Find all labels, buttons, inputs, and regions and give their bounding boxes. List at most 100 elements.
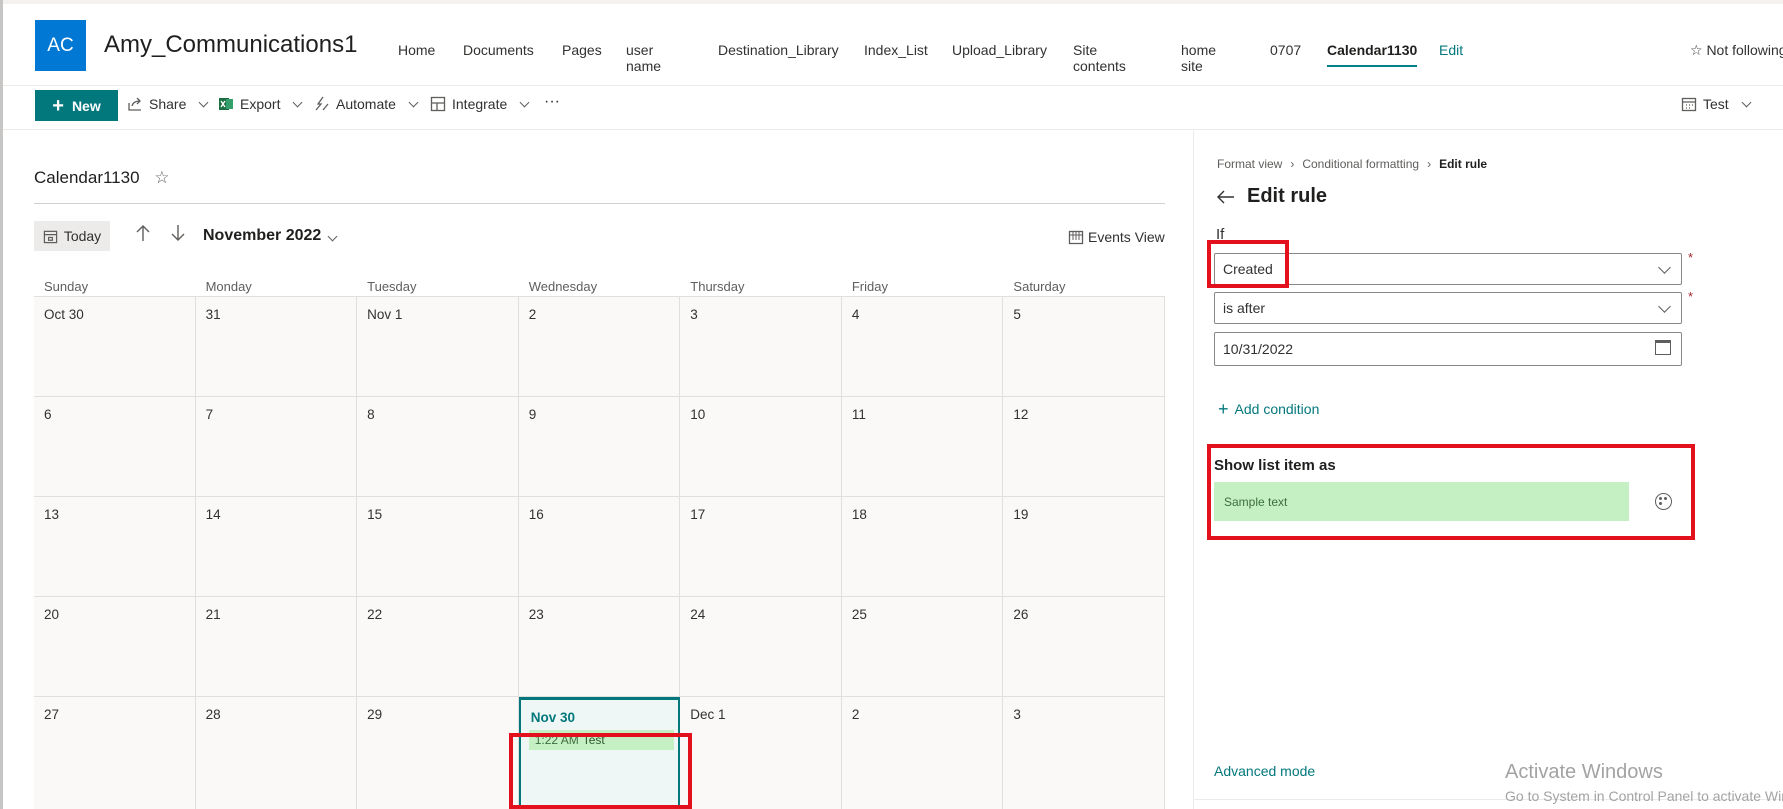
calendar-day-cell[interactable]: 9 (518, 397, 681, 497)
operator-dropdown-value: is after (1223, 300, 1266, 316)
nav-item-documents[interactable]: Documents (463, 42, 534, 65)
day-number: 5 (1013, 307, 1021, 322)
day-number: 14 (205, 507, 221, 522)
edit-rule-panel: Format view › Conditional formatting › E… (1193, 130, 1783, 809)
integrate-label: Integrate (452, 96, 508, 112)
calendar-day-cell[interactable]: 20 (34, 597, 196, 697)
list-title-text: Calendar1130 (34, 168, 140, 187)
calendar-day-cell[interactable]: 3 (680, 297, 842, 397)
nav-item-destination-library[interactable]: Destination_Library (718, 42, 839, 65)
previous-month-button[interactable] (135, 224, 151, 247)
new-button[interactable]: + New (35, 90, 118, 121)
site-title[interactable]: Amy_Communications1 (104, 31, 357, 59)
breadcrumb-conditional-formatting[interactable]: Conditional formatting (1302, 157, 1419, 171)
nav-item-user-name[interactable]: user name (626, 42, 661, 81)
calendar-day-cell[interactable]: 23 (518, 597, 681, 697)
calendar-day-cell[interactable]: 29 (357, 697, 519, 809)
nav-item-0707[interactable]: 0707 (1270, 42, 1301, 65)
calendar-day-cell[interactable]: 24 (680, 597, 842, 697)
breadcrumb-format-view[interactable]: Format view (1217, 157, 1282, 171)
nav-item-index-list[interactable]: Index_List (864, 42, 928, 65)
back-arrow-icon[interactable] (1217, 190, 1235, 204)
panel-title-text: Edit rule (1247, 185, 1328, 207)
day-number: 10 (690, 407, 706, 422)
nav-item-site-contents[interactable]: Site contents (1073, 42, 1126, 81)
column-dropdown[interactable]: Created (1214, 253, 1682, 285)
calendar-day-cell[interactable]: 4 (841, 297, 1004, 397)
automate-button[interactable]: Automate (314, 96, 419, 112)
calendar-day-cell[interactable]: 2 (842, 697, 1004, 809)
calendar-day-cell[interactable]: 10 (680, 397, 842, 497)
calendar-day-cell[interactable]: 14 (195, 497, 358, 597)
calendar-day-cell[interactable]: 11 (841, 397, 1004, 497)
share-button[interactable]: Share (127, 96, 209, 112)
day-number: 19 (1013, 507, 1029, 522)
palette-icon[interactable] (1655, 493, 1672, 510)
calendar-event[interactable]: 1:22 AM Test (528, 730, 674, 750)
calendar-day-cell[interactable]: 31 (195, 297, 358, 397)
nav-item-home[interactable]: Home (398, 42, 435, 65)
calendar-day-cell[interactable]: 22 (357, 597, 519, 697)
advanced-mode-link[interactable]: Advanced mode (1214, 763, 1315, 779)
integrate-button[interactable]: Integrate (430, 96, 530, 112)
calendar-day-cell[interactable]: 6 (34, 397, 196, 497)
calendar-day-cell[interactable]: Dec 1 (680, 697, 842, 809)
view-selector[interactable]: Test (1681, 96, 1752, 112)
day-number: 16 (528, 507, 544, 522)
calendar-day-cell[interactable]: Nov 1 (357, 297, 519, 397)
follow-button[interactable]: ☆ Not following (1690, 42, 1783, 59)
calendar-day-cell[interactable]: 13 (34, 497, 196, 597)
nav-item-calendar1130[interactable]: Calendar1130 (1327, 42, 1418, 67)
calendar-day-cell[interactable]: 26 (1003, 597, 1165, 697)
calendar-day-cell[interactable]: 7 (195, 397, 358, 497)
calendar-day-cell[interactable]: 27 (34, 697, 196, 809)
calendar-day-cell[interactable]: 16 (518, 497, 681, 597)
calendar-day-cell[interactable]: 17 (680, 497, 842, 597)
watermark-line2: Go to System in Control Panel to activat… (1505, 788, 1783, 804)
day-number: 3 (690, 307, 698, 322)
calendar-day-cell[interactable]: 15 (357, 497, 519, 597)
calendar-day-cell[interactable]: Oct 30 (34, 297, 196, 397)
next-month-button[interactable] (170, 224, 186, 247)
automate-icon (315, 96, 329, 111)
format-preview[interactable]: Sample text (1214, 482, 1629, 521)
calendar-day-cell[interactable]: 28 (196, 697, 358, 809)
calendar-day-cell[interactable]: 19 (1003, 497, 1165, 597)
breadcrumb-edit-rule: Edit rule (1439, 157, 1488, 171)
required-indicator: * (1688, 289, 1694, 304)
day-number: 31 (205, 307, 221, 322)
panel-title: Edit rule (1217, 185, 1327, 208)
operator-dropdown[interactable]: is after (1214, 292, 1682, 324)
title-divider (34, 203, 1165, 204)
calendar-day-cell[interactable]: 18 (841, 497, 1004, 597)
calendar-day-cell[interactable]: Nov 30 1:22 AM Test (518, 697, 681, 809)
calendar-day-cell[interactable]: 3 (1003, 697, 1165, 809)
chevron-down-icon (293, 97, 303, 107)
weekday-tuesday: Tuesday (367, 279, 417, 294)
chevron-down-icon (1658, 261, 1671, 274)
calendar-day-cell[interactable]: 8 (357, 397, 519, 497)
nav-item-upload-library[interactable]: Upload_Library (952, 42, 1047, 65)
export-button[interactable]: Export (218, 96, 303, 112)
calendar-day-cell[interactable]: 12 (1003, 397, 1165, 497)
favorite-star-icon[interactable]: ☆ (154, 168, 169, 187)
calendar-day-cell[interactable]: 5 (1003, 297, 1165, 397)
calendar-day-cell[interactable]: 25 (841, 597, 1004, 697)
more-options-button[interactable]: ··· (544, 93, 560, 111)
nav-item-home-site[interactable]: home site (1181, 42, 1216, 81)
calendar-day-cell[interactable]: 21 (195, 597, 358, 697)
add-condition-label: Add condition (1234, 401, 1320, 417)
nav-item-edit[interactable]: Edit (1439, 42, 1463, 65)
events-view-button[interactable]: Events View (1068, 229, 1165, 245)
calendar-day-cell[interactable]: 2 (518, 297, 681, 397)
event-time: 1:22 AM (534, 733, 579, 747)
month-picker[interactable]: November 2022 (203, 227, 338, 245)
nav-item-pages[interactable]: Pages (562, 42, 602, 65)
date-input[interactable]: 10/31/2022 (1214, 332, 1682, 366)
today-button[interactable]: Today (34, 221, 110, 251)
add-condition-button[interactable]: + Add condition (1218, 400, 1319, 418)
day-number: 25 (851, 607, 867, 622)
date-picker-icon[interactable] (1655, 340, 1671, 355)
export-label: Export (240, 96, 281, 112)
site-logo[interactable]: AC (35, 20, 86, 71)
